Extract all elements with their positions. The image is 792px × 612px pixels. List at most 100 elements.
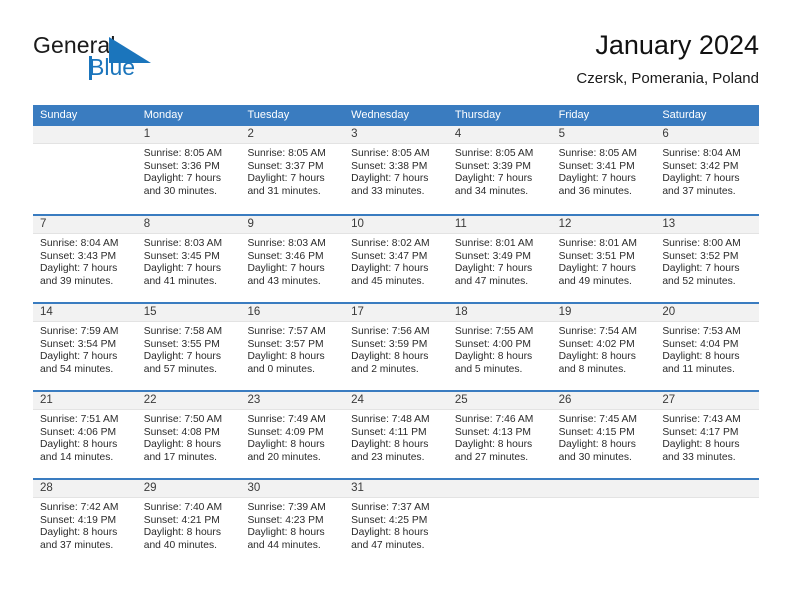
day-cell-empty [447,480,552,566]
daylight-text-cont: and 47 minutes. [351,539,425,551]
sunset-text: Sunset: 3:39 PM [454,160,532,172]
day-cell-18[interactable]: 18 Sunrise: 7:55 AM Sunset: 4:00 PM Dayligh… [447,304,552,390]
daylight-text-cont: and 37 minutes. [40,539,114,551]
sunset-text: Sunset: 4:13 PM [454,426,532,438]
day-cell-26[interactable]: 26 Sunrise: 7:45 AM Sunset: 4:15 PM Dayligh… [551,392,656,478]
day-number-band: 23 [240,392,345,410]
day-number: 14 [40,306,53,318]
day-details: Sunrise: 8:04 AM Sunset: 3:42 PM Daylight:… [655,144,759,198]
day-number: 2 [247,128,254,140]
sunset-text: Sunset: 3:51 PM [558,250,635,262]
day-cell-5[interactable]: 5 Sunrise: 8:05 AM Sunset: 3:41 PM Daylight… [551,126,656,214]
day-cell-30[interactable]: 30 Sunrise: 7:39 AM Sunset: 4:23 PM Dayligh… [240,480,345,566]
day-cell-20[interactable]: 20 Sunrise: 7:53 AM Sunset: 4:04 PM Dayligh… [655,304,760,390]
daylight-text: Daylight: 7 hours [143,351,221,363]
day-number-band: 6 [655,126,760,144]
day-details: Sunrise: 7:37 AM Sunset: 4:25 PM Daylight:… [344,498,448,552]
weekday-header-saturday: Saturday [662,109,707,121]
day-cell-11[interactable]: 11 Sunrise: 8:01 AM Sunset: 3:49 PM Dayligh… [447,216,552,302]
day-cell-13[interactable]: 13 Sunrise: 8:00 AM Sunset: 3:52 PM Dayligh… [655,216,760,302]
day-cell-23[interactable]: 23 Sunrise: 7:49 AM Sunset: 4:09 PM Dayligh… [240,392,345,478]
day-cell-12[interactable]: 12 Sunrise: 8:01 AM Sunset: 3:51 PM Dayligh… [551,216,656,302]
day-number: 22 [143,394,157,406]
sunrise-text: Sunrise: 7:59 AM [40,326,119,337]
day-details: Sunrise: 7:39 AM Sunset: 4:23 PM Daylight:… [240,498,344,552]
daylight-text-cont: and 20 minutes. [247,451,321,463]
day-number: 9 [247,218,254,230]
daylight-text: Daylight: 7 hours [454,173,533,185]
day-cell-6[interactable]: 6 Sunrise: 8:04 AM Sunset: 3:42 PM Daylight… [655,126,760,214]
sunrise-text: Sunrise: 7:50 AM [143,414,223,425]
general-blue-logo[interactable]: General Blue [33,32,193,88]
sunrise-text: Sunrise: 7:43 AM [662,414,741,425]
day-number: 1 [143,128,151,140]
day-number-band: 13 [655,216,760,234]
sunset-text: Sunset: 4:19 PM [40,514,117,526]
day-number: 26 [558,394,572,406]
day-number-band: 1 [136,126,241,144]
day-number-band [447,480,552,498]
daylight-text: Daylight: 7 hours [662,173,740,185]
day-number-band: 22 [136,392,241,410]
sunset-text: Sunset: 4:11 PM [351,426,427,438]
day-number: 20 [662,306,676,318]
day-cell-1[interactable]: 1 Sunrise: 8:05 AM Sunset: 3:36 PM Daylight… [136,126,241,214]
day-cell-29[interactable]: 29 Sunrise: 7:40 AM Sunset: 4:21 PM Dayligh… [136,480,241,566]
day-cell-27[interactable]: 27 Sunrise: 7:43 AM Sunset: 4:17 PM Dayligh… [655,392,760,478]
sunrise-text: Sunrise: 8:04 AM [662,148,741,159]
day-number: 10 [351,218,364,230]
day-cell-21[interactable]: 21 Sunrise: 7:51 AM Sunset: 4:06 PM Dayligh… [33,392,137,478]
day-cell-15[interactable]: 15 Sunrise: 7:58 AM Sunset: 3:55 PM Dayligh… [136,304,241,390]
day-cell-17[interactable]: 17 Sunrise: 7:56 AM Sunset: 3:59 PM Dayligh… [344,304,448,390]
day-details [33,144,137,148]
day-number-band: 14 [33,304,137,322]
sunset-text: Sunset: 4:17 PM [662,426,739,438]
sunrise-text: Sunrise: 7:54 AM [558,326,638,337]
page-header: General Blue January 2024 Czersk, Pomera… [33,28,759,98]
day-details: Sunrise: 8:02 AM Sunset: 3:47 PM Daylight:… [344,234,448,288]
sunrise-text: Sunrise: 8:04 AM [40,238,119,249]
day-cell-3[interactable]: 3 Sunrise: 8:05 AM Sunset: 3:38 PM Daylight… [344,126,448,214]
day-number-band: 19 [551,304,656,322]
day-number-band: 5 [551,126,656,144]
day-details: Sunrise: 8:05 AM Sunset: 3:38 PM Daylight:… [344,144,448,198]
day-details: Sunrise: 7:43 AM Sunset: 4:17 PM Daylight:… [655,410,759,464]
day-cell-16[interactable]: 16 Sunrise: 7:57 AM Sunset: 3:57 PM Dayligh… [240,304,345,390]
day-cell-25[interactable]: 25 Sunrise: 7:46 AM Sunset: 4:13 PM Dayligh… [447,392,552,478]
sunrise-text: Sunrise: 7:42 AM [40,502,119,513]
sunrise-text: Sunrise: 7:48 AM [351,414,430,425]
day-cell-22[interactable]: 22 Sunrise: 7:50 AM Sunset: 4:08 PM Dayligh… [136,392,241,478]
sunset-text: Sunset: 3:37 PM [247,160,324,172]
day-cell-9[interactable]: 9 Sunrise: 8:03 AM Sunset: 3:46 PM Daylight… [240,216,345,302]
daylight-text-cont: and 40 minutes. [143,539,217,551]
day-cell-2[interactable]: 2 Sunrise: 8:05 AM Sunset: 3:37 PM Daylight… [240,126,345,214]
day-cell-4[interactable]: 4 Sunrise: 8:05 AM Sunset: 3:39 PM Daylight… [447,126,552,214]
day-details: Sunrise: 8:00 AM Sunset: 3:52 PM Daylight:… [655,234,759,288]
day-cell-14[interactable]: 14 Sunrise: 7:59 AM Sunset: 3:54 PM Dayligh… [33,304,137,390]
calendar-week-row: 21 Sunrise: 7:51 AM Sunset: 4:06 PM Dayligh… [33,390,760,478]
day-cell-8[interactable]: 8 Sunrise: 8:03 AM Sunset: 3:45 PM Daylight… [136,216,241,302]
day-number-band: 4 [447,126,552,144]
day-number-band: 24 [344,392,448,410]
day-number: 11 [454,218,467,230]
day-cell-7[interactable]: 7 Sunrise: 8:04 AM Sunset: 3:43 PM Daylight… [33,216,137,302]
daylight-text-cont: and 57 minutes. [143,363,217,375]
day-cell-24[interactable]: 24 Sunrise: 7:48 AM Sunset: 4:11 PM Dayligh… [344,392,448,478]
day-cell-31[interactable]: 31 Sunrise: 7:37 AM Sunset: 4:25 PM Dayligh… [344,480,448,566]
day-number-band [655,480,760,498]
day-cell-28[interactable]: 28 Sunrise: 7:42 AM Sunset: 4:19 PM Dayligh… [33,480,137,566]
daylight-text-cont: and 23 minutes. [351,451,425,463]
daylight-text-cont: and 54 minutes. [40,363,114,375]
sunset-text: Sunset: 4:06 PM [40,426,117,438]
sunrise-text: Sunrise: 8:05 AM [454,148,534,159]
sunrise-text: Sunrise: 8:05 AM [143,148,223,159]
day-cell-10[interactable]: 10 Sunrise: 8:02 AM Sunset: 3:47 PM Dayligh… [344,216,448,302]
sunrise-text: Sunrise: 7:55 AM [454,326,534,337]
day-cell-19[interactable]: 19 Sunrise: 7:54 AM Sunset: 4:02 PM Dayligh… [551,304,656,390]
daylight-text: Daylight: 7 hours [143,263,221,275]
day-number-band: 29 [136,480,241,498]
day-number: 16 [247,306,261,318]
day-number: 3 [351,128,358,140]
day-number-band: 2 [240,126,345,144]
day-number: 25 [454,394,468,406]
